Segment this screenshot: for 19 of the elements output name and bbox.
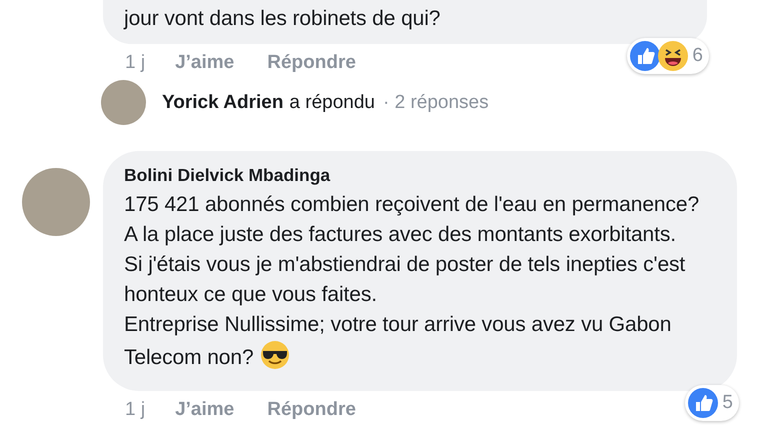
action-link[interactable]: Répondre bbox=[267, 52, 356, 80]
reaction-number: 6 bbox=[692, 45, 703, 67]
comment-text: 175 421 abonnés combien reçoivent de l'eau en permanence? A la place juste des factures avec des montants exorbitants. Si j'étais vous je m'abstiendrai de poster de tels inepties c'est honteux ce que vous faites. Entreprise Nullissime; votre tour arrive vous avez vu Gabon Telecom non? bbox=[124, 192, 700, 372]
thumbs-up-icon bbox=[630, 41, 660, 71]
timestamp: 1 j bbox=[125, 52, 146, 75]
reaction-number: 5 bbox=[722, 392, 733, 414]
thumbs-up-icon bbox=[688, 388, 718, 418]
replier-name[interactable]: Yorick Adrien bbox=[162, 92, 284, 114]
timestamp: 1 j bbox=[125, 399, 146, 422]
sunglasses-face-icon bbox=[260, 340, 290, 370]
comment-text: jour vont dans les robinets de qui? bbox=[124, 6, 442, 32]
action-link[interactable]: J’aime bbox=[175, 399, 234, 427]
laughing-face-icon bbox=[658, 41, 688, 71]
author-name[interactable]: Bolini Dielvick Mbadinga bbox=[124, 165, 701, 186]
reply-text: a répondu bbox=[289, 92, 375, 114]
avatar bbox=[101, 80, 146, 125]
action-link[interactable]: Répondre bbox=[267, 399, 356, 427]
action-link[interactable]: J’aime bbox=[175, 52, 234, 80]
replies-link[interactable]: · 2 réponses bbox=[383, 92, 489, 114]
